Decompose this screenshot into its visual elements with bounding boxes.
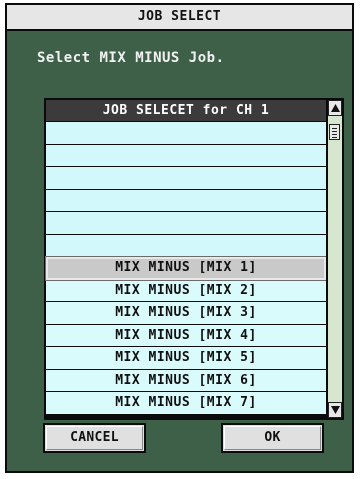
job-list-item[interactable]: MIX MINUS [MIX 7] — [46, 392, 326, 415]
triangle-down-icon — [331, 406, 340, 414]
job-list-item[interactable]: MIX MINUS [MIX 4] — [46, 324, 326, 347]
dialog-title: JOB SELECT — [7, 5, 352, 31]
job-list-item[interactable]: MIX MINUS [MIX 5] — [46, 347, 326, 370]
job-list-empty-item[interactable] — [46, 212, 326, 235]
job-list-header: JOB SELECET for CH 1 — [46, 100, 326, 122]
job-list-empty-item[interactable] — [46, 167, 326, 190]
job-list-item[interactable]: MIX MINUS [MIX 2] — [46, 279, 326, 302]
job-list-panel: JOB SELECET for CH 1 MIX MINUS [MIX 1] MI… — [44, 98, 344, 420]
job-list-empty-item[interactable] — [46, 234, 326, 257]
job-list-item[interactable]: MIX MINUS [MIX 3] — [46, 302, 326, 325]
ok-button[interactable]: OK — [221, 423, 324, 453]
job-list: JOB SELECET for CH 1 MIX MINUS [MIX 1] MI… — [45, 100, 327, 418]
job-list-empty-item[interactable] — [46, 122, 326, 145]
list-scrollbar[interactable] — [326, 100, 342, 418]
prompt-text: Select MIX MINUS Job. — [37, 50, 225, 66]
triangle-up-icon — [331, 104, 340, 112]
job-list-empty-item[interactable] — [46, 189, 326, 212]
job-list-empty-item[interactable] — [46, 144, 326, 167]
job-list-item[interactable]: MIX MINUS [MIX 6] — [46, 369, 326, 392]
job-select-dialog: JOB SELECT Select MIX MINUS Job. JOB SEL… — [5, 3, 354, 473]
job-list-item[interactable]: MIX MINUS [MIX 1] — [45, 256, 327, 281]
cancel-button[interactable]: CANCEL — [43, 423, 146, 453]
scroll-up-button[interactable] — [328, 100, 342, 116]
scroll-thumb[interactable] — [329, 124, 340, 140]
scroll-down-button[interactable] — [328, 402, 342, 418]
